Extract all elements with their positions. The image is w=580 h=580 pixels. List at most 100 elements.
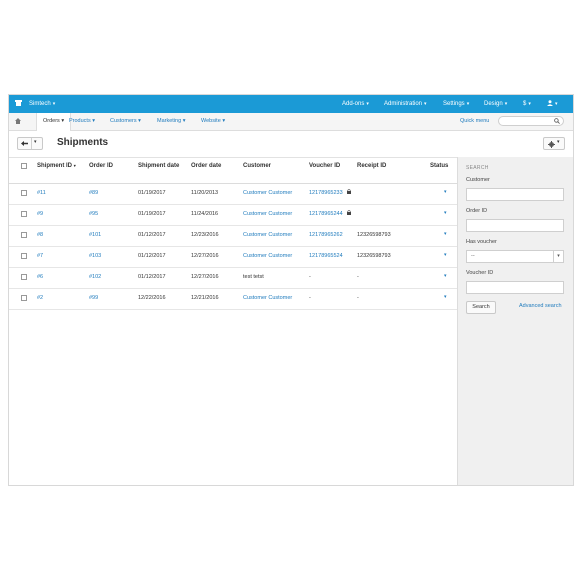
col-customer[interactable]: Customer: [243, 157, 271, 183]
row-checkbox[interactable]: [21, 274, 27, 280]
table-row: #8 #101 01/12/2017 12/23/2016 Customer Custo…: [9, 225, 457, 247]
nav-marketing[interactable]: Marketing ▾: [157, 113, 185, 130]
voucher-id[interactable]: 12178965262: [309, 225, 343, 246]
status-dropdown[interactable]: ▾: [444, 288, 447, 309]
col-voucher-id[interactable]: Voucher ID: [309, 157, 340, 183]
search-button[interactable]: Search: [466, 301, 496, 314]
row-checkbox[interactable]: [21, 211, 27, 217]
shipment-id-link[interactable]: #9: [37, 204, 43, 225]
advanced-search-link[interactable]: Advanced search: [519, 303, 562, 309]
col-shipment-id-label: Shipment ID: [37, 163, 73, 169]
chevron-down-icon: ▾: [555, 101, 558, 107]
back-button[interactable]: ▾: [17, 137, 43, 150]
order-date: 11/20/2013: [191, 190, 219, 196]
has-voucher-select[interactable]: -- ▾: [466, 250, 564, 263]
col-shipment-date[interactable]: Shipment date: [138, 157, 179, 183]
order-id-link[interactable]: #103: [89, 246, 101, 267]
customer-field[interactable]: [466, 188, 564, 201]
voucher-id-label: Voucher ID: [466, 270, 494, 276]
quick-menu-link[interactable]: Quick menu: [460, 113, 489, 130]
nav-customers[interactable]: Customers ▾: [110, 113, 141, 130]
status-dropdown[interactable]: ▾: [444, 267, 447, 288]
status-dropdown[interactable]: ▾: [444, 225, 447, 246]
table-row: #2 #99 12/22/2016 12/21/2016 Customer Custom…: [9, 288, 457, 310]
store-switcher[interactable]: Simtech ▾: [29, 95, 55, 113]
order-date: 12/27/2016: [191, 274, 219, 280]
shipment-id-link[interactable]: #11: [37, 183, 46, 204]
chevron-down-icon: ▾: [138, 118, 141, 124]
search-icon: [554, 118, 560, 124]
row-checkbox[interactable]: [21, 232, 27, 238]
menu-currency[interactable]: $ ▾: [523, 95, 531, 113]
chevron-down-icon: ▾: [52, 101, 56, 107]
settings-button[interactable]: ▾: [543, 137, 565, 150]
col-order-date[interactable]: Order date: [191, 157, 221, 183]
order-date: 12/27/2016: [191, 253, 219, 259]
table-row: #9 #95 01/19/2017 11/24/2016 Customer Custom…: [9, 204, 457, 226]
shipment-date: 01/12/2017: [138, 232, 166, 238]
quick-search-input[interactable]: [498, 116, 564, 126]
nav-products[interactable]: Products ▾: [69, 113, 95, 130]
customer-name[interactable]: Customer Customer: [243, 246, 292, 267]
table-row: #11 #89 01/19/2017 11/20/2013 Customer Custo…: [9, 183, 457, 205]
nav-website[interactable]: Website ▾: [201, 113, 225, 130]
order-id-link[interactable]: #102: [89, 267, 101, 288]
col-shipment-id[interactable]: Shipment ID ▾: [37, 157, 76, 183]
user-menu[interactable]: ▾: [547, 95, 558, 113]
chevron-down-icon: ▾: [222, 118, 226, 124]
gear-icon: [548, 141, 555, 148]
menu-design[interactable]: Design ▾: [484, 95, 507, 113]
order-date: 12/21/2016: [191, 295, 219, 301]
home-icon[interactable]: [15, 118, 21, 124]
arrow-left-icon: [21, 141, 28, 146]
shipment-date: 12/22/2016: [138, 295, 166, 301]
col-status[interactable]: Status: [430, 157, 448, 183]
nav-orders-label: Orders: [43, 118, 60, 124]
customer-name[interactable]: Customer Customer: [243, 288, 292, 309]
lock-icon: [347, 189, 351, 194]
page-header: ▾ Shipments ▾: [9, 131, 573, 158]
row-checkbox[interactable]: [21, 190, 27, 196]
customer-name[interactable]: Customer Customer: [243, 183, 292, 204]
col-receipt-id[interactable]: Receipt ID: [357, 157, 386, 183]
order-id-link[interactable]: #89: [89, 183, 98, 204]
nav-orders[interactable]: Orders ▾: [36, 113, 72, 131]
status-dropdown[interactable]: ▾: [444, 204, 447, 225]
chevron-down-icon[interactable]: ▾: [34, 139, 37, 145]
menu-administration[interactable]: Administration ▾: [384, 95, 427, 113]
status-dropdown[interactable]: ▾: [444, 183, 447, 204]
chevron-down-icon: ▾: [528, 101, 531, 107]
app-window: Simtech ▾ Add-ons ▾ Administration ▾ Settin…: [8, 94, 574, 486]
chevron-down-icon: ▾: [366, 101, 369, 107]
voucher-id-field[interactable]: [466, 281, 564, 294]
voucher-id[interactable]: 12178965233: [309, 183, 343, 204]
menu-settings[interactable]: Settings ▾: [443, 95, 469, 113]
voucher-id[interactable]: 12178965524: [309, 246, 343, 267]
table-row: #7 #103 01/12/2017 12/27/2016 Customer Custo…: [9, 246, 457, 268]
customer-name[interactable]: Customer Customer: [243, 204, 292, 225]
shipment-id-link[interactable]: #8: [37, 225, 43, 246]
nav-bar: Orders ▾ Products ▾ Customers ▾ Marketin…: [9, 113, 573, 131]
select-all-checkbox[interactable]: [21, 163, 27, 169]
shipment-id-link[interactable]: #6: [37, 267, 43, 288]
table-header: Shipment ID ▾ Order ID Shipment date Ord…: [9, 157, 457, 184]
row-checkbox[interactable]: [21, 295, 27, 301]
col-order-id[interactable]: Order ID: [89, 157, 113, 183]
row-checkbox[interactable]: [21, 253, 27, 259]
shipment-id-link[interactable]: #7: [37, 246, 43, 267]
menu-addons[interactable]: Add-ons ▾: [342, 95, 369, 113]
customer-name[interactable]: Customer Customer: [243, 225, 292, 246]
store-icon[interactable]: [15, 100, 22, 106]
order-id-field[interactable]: [466, 219, 564, 232]
chevron-down-icon: ▾: [424, 101, 427, 107]
shipment-id-link[interactable]: #2: [37, 288, 43, 309]
order-id-link[interactable]: #101: [89, 225, 101, 246]
status-dropdown[interactable]: ▾: [444, 246, 447, 267]
order-id-link[interactable]: #99: [89, 288, 98, 309]
voucher-id[interactable]: 12178965244: [309, 204, 343, 225]
shipment-date: 01/12/2017: [138, 253, 166, 259]
sidebar-title: SEARCH: [466, 165, 489, 171]
receipt-id: -: [357, 274, 359, 280]
nav-website-label: Website: [201, 118, 221, 124]
order-id-link[interactable]: #95: [89, 204, 98, 225]
